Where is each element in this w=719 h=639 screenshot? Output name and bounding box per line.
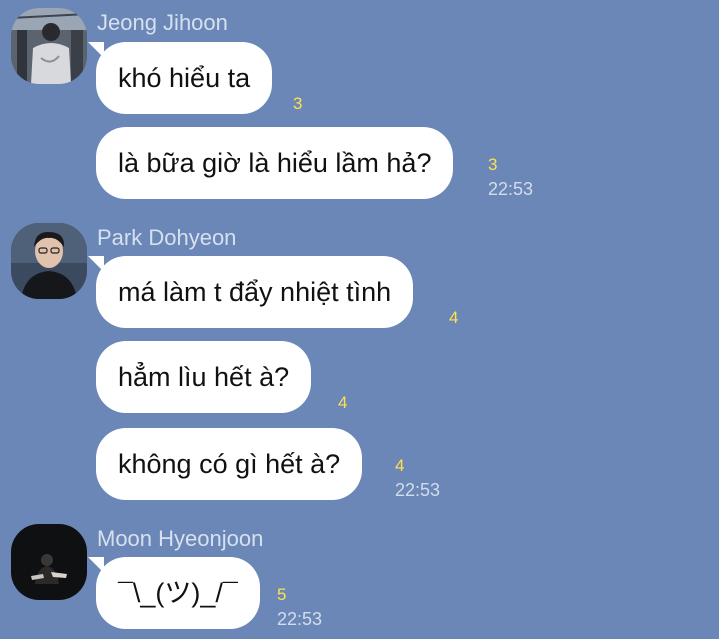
message-timestamp: 22:53: [277, 609, 323, 629]
sender-name: Moon Hyeonjoon: [97, 526, 264, 551]
message-bubble[interactable]: không có gì hết à?: [96, 428, 363, 500]
sender-name: Park Dohyeon: [97, 225, 237, 250]
message-bubble[interactable]: là bữa giờ là hiểu lầm hả?: [96, 127, 454, 199]
unread-count: 5: [277, 585, 287, 604]
user-avatar-photo-icon: [11, 524, 87, 600]
message-bubble[interactable]: má làm t đẩy nhiệt tình: [87, 256, 414, 328]
message-text: ¯\_(ツ)_/¯: [118, 578, 238, 608]
message-text: không có gì hết à?: [118, 449, 341, 479]
message-bubble[interactable]: ¯\_(ツ)_/¯: [88, 557, 260, 629]
user-avatar-photo-icon: [11, 8, 87, 84]
user-avatar-photo-icon: [11, 223, 87, 299]
message-text: hẳm lìu hết à?: [118, 362, 290, 392]
message-timestamp: 22:53: [488, 179, 534, 199]
message-text: má làm t đẩy nhiệt tình: [118, 277, 392, 307]
unread-count: 4: [395, 456, 405, 475]
message-text: là bữa giờ là hiểu lầm hả?: [118, 148, 432, 178]
sender-name: Jeong Jihoon: [97, 10, 228, 35]
avatar-jeong-jihoon[interactable]: [11, 8, 87, 84]
message-timestamp: 22:53: [395, 480, 441, 500]
unread-count: 4: [338, 393, 348, 412]
avatar-park-dohyeon[interactable]: [11, 223, 87, 299]
unread-count: 4: [449, 308, 459, 327]
unread-count: 3: [293, 94, 303, 113]
message-bubble[interactable]: hẳm lìu hết à?: [96, 341, 312, 413]
message-bubble[interactable]: khó hiểu ta: [87, 42, 273, 114]
unread-count: 3: [488, 155, 498, 174]
avatar-moon-hyeonjoon[interactable]: [11, 524, 87, 600]
chat-thread[interactable]: Jeong Jihoon khó hiểu ta 3 là bữa giờ là…: [0, 0, 719, 639]
message-text: khó hiểu ta: [118, 63, 251, 93]
